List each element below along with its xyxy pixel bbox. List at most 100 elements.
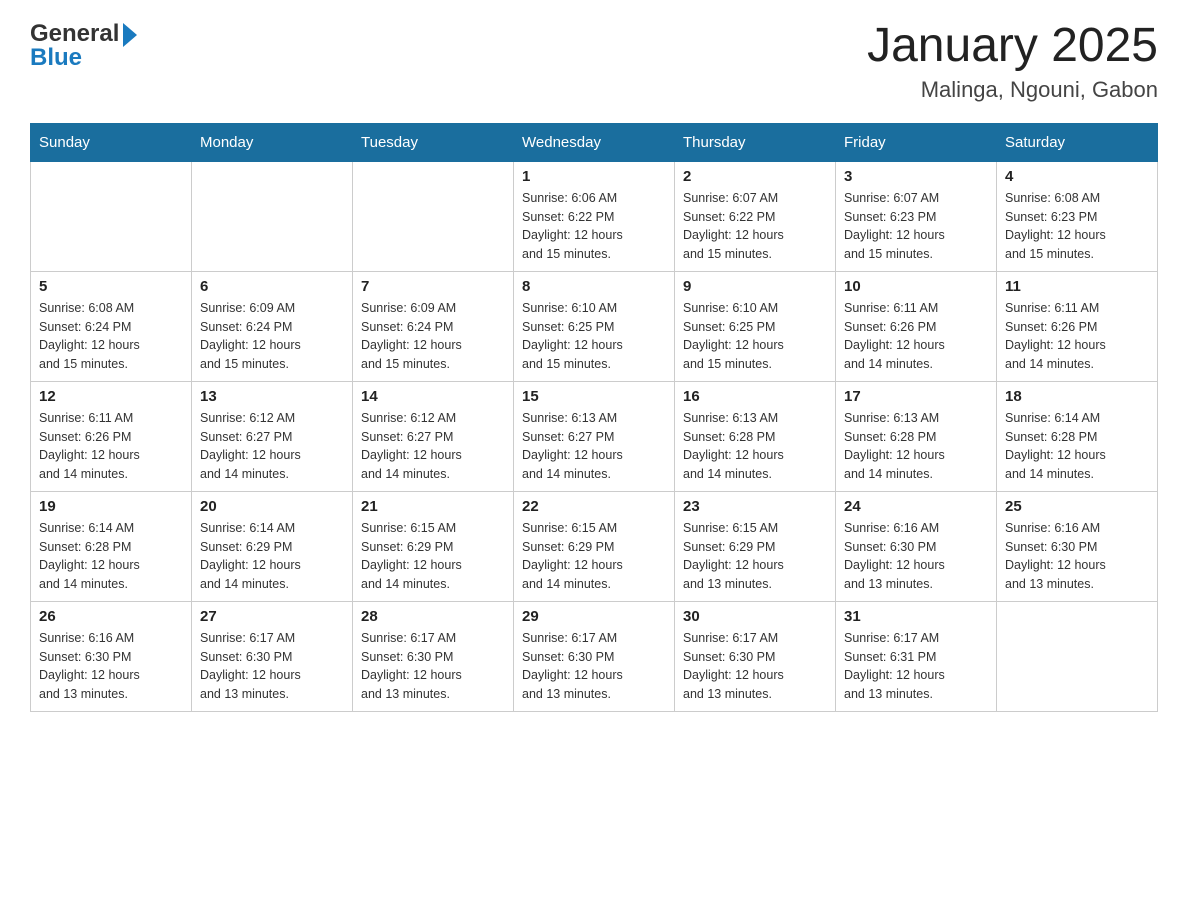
day-number: 16 (683, 388, 827, 405)
week-row-4: 19 Sunrise: 6:14 AMSunset: 6:28 PMDayligh… (31, 491, 1158, 601)
day-number: 20 (200, 498, 344, 515)
day-info: Sunrise: 6:15 AMSunset: 6:29 PMDaylight:… (361, 519, 505, 594)
day-cell: 22 Sunrise: 6:15 AMSunset: 6:29 PMDayligh… (514, 491, 675, 601)
day-info: Sunrise: 6:11 AMSunset: 6:26 PMDaylight:… (844, 299, 988, 374)
day-info: Sunrise: 6:14 AMSunset: 6:28 PMDaylight:… (1005, 409, 1149, 484)
day-number: 13 (200, 388, 344, 405)
day-info: Sunrise: 6:15 AMSunset: 6:29 PMDaylight:… (522, 519, 666, 594)
day-info: Sunrise: 6:17 AMSunset: 6:30 PMDaylight:… (522, 629, 666, 704)
day-number: 11 (1005, 278, 1149, 295)
day-cell: 16 Sunrise: 6:13 AMSunset: 6:28 PMDayligh… (675, 381, 836, 491)
day-info: Sunrise: 6:07 AMSunset: 6:23 PMDaylight:… (844, 189, 988, 264)
day-cell: 13 Sunrise: 6:12 AMSunset: 6:27 PMDayligh… (192, 381, 353, 491)
header-cell-monday: Monday (192, 123, 353, 161)
day-cell (353, 161, 514, 271)
day-number: 25 (1005, 498, 1149, 515)
day-info: Sunrise: 6:12 AMSunset: 6:27 PMDaylight:… (200, 409, 344, 484)
header-cell-saturday: Saturday (997, 123, 1158, 161)
day-cell (31, 161, 192, 271)
day-info: Sunrise: 6:17 AMSunset: 6:30 PMDaylight:… (361, 629, 505, 704)
day-cell: 9 Sunrise: 6:10 AMSunset: 6:25 PMDaylight… (675, 271, 836, 381)
day-info: Sunrise: 6:10 AMSunset: 6:25 PMDaylight:… (683, 299, 827, 374)
day-cell: 21 Sunrise: 6:15 AMSunset: 6:29 PMDayligh… (353, 491, 514, 601)
day-cell: 2 Sunrise: 6:07 AMSunset: 6:22 PMDaylight… (675, 161, 836, 271)
logo-blue-text: Blue (30, 44, 137, 72)
calendar-header: SundayMondayTuesdayWednesdayThursdayFrid… (31, 123, 1158, 161)
day-cell: 24 Sunrise: 6:16 AMSunset: 6:30 PMDayligh… (836, 491, 997, 601)
day-cell: 23 Sunrise: 6:15 AMSunset: 6:29 PMDayligh… (675, 491, 836, 601)
day-number: 2 (683, 168, 827, 185)
day-cell: 17Sunrise: 6:13 AMSunset: 6:28 PMDayligh… (836, 381, 997, 491)
day-info: Sunrise: 6:09 AMSunset: 6:24 PMDaylight:… (200, 299, 344, 374)
day-number: 8 (522, 278, 666, 295)
day-info: Sunrise: 6:16 AMSunset: 6:30 PMDaylight:… (39, 629, 183, 704)
day-cell: 20 Sunrise: 6:14 AMSunset: 6:29 PMDayligh… (192, 491, 353, 601)
day-cell: 15 Sunrise: 6:13 AMSunset: 6:27 PMDayligh… (514, 381, 675, 491)
day-info: Sunrise: 6:10 AMSunset: 6:25 PMDaylight:… (522, 299, 666, 374)
day-cell (997, 601, 1158, 711)
day-cell: 10 Sunrise: 6:11 AMSunset: 6:26 PMDayligh… (836, 271, 997, 381)
day-number: 21 (361, 498, 505, 515)
day-info: Sunrise: 6:12 AMSunset: 6:27 PMDaylight:… (361, 409, 505, 484)
day-cell: 18 Sunrise: 6:14 AMSunset: 6:28 PMDayligh… (997, 381, 1158, 491)
day-cell (192, 161, 353, 271)
day-info: Sunrise: 6:17 AMSunset: 6:31 PMDaylight:… (844, 629, 988, 704)
day-info: Sunrise: 6:06 AMSunset: 6:22 PMDaylight:… (522, 189, 666, 264)
day-number: 1 (522, 168, 666, 185)
day-number: 24 (844, 498, 988, 515)
day-cell: 12Sunrise: 6:11 AMSunset: 6:26 PMDayligh… (31, 381, 192, 491)
day-info: Sunrise: 6:13 AMSunset: 6:27 PMDaylight:… (522, 409, 666, 484)
day-info: Sunrise: 6:08 AMSunset: 6:23 PMDaylight:… (1005, 189, 1149, 264)
day-number: 5 (39, 278, 183, 295)
day-info: Sunrise: 6:14 AMSunset: 6:28 PMDaylight:… (39, 519, 183, 594)
day-info: Sunrise: 6:08 AMSunset: 6:24 PMDaylight:… (39, 299, 183, 374)
day-number: 9 (683, 278, 827, 295)
day-number: 17 (844, 388, 988, 405)
day-cell: 30Sunrise: 6:17 AMSunset: 6:30 PMDayligh… (675, 601, 836, 711)
day-cell: 25 Sunrise: 6:16 AMSunset: 6:30 PMDayligh… (997, 491, 1158, 601)
day-cell: 31Sunrise: 6:17 AMSunset: 6:31 PMDayligh… (836, 601, 997, 711)
day-number: 27 (200, 608, 344, 625)
day-number: 15 (522, 388, 666, 405)
day-number: 14 (361, 388, 505, 405)
day-info: Sunrise: 6:16 AMSunset: 6:30 PMDaylight:… (844, 519, 988, 594)
day-info: Sunrise: 6:15 AMSunset: 6:29 PMDaylight:… (683, 519, 827, 594)
day-cell: 11Sunrise: 6:11 AMSunset: 6:26 PMDayligh… (997, 271, 1158, 381)
calendar-body: 1 Sunrise: 6:06 AMSunset: 6:22 PMDaylight… (31, 161, 1158, 711)
day-number: 10 (844, 278, 988, 295)
day-cell: 5 Sunrise: 6:08 AMSunset: 6:24 PMDaylight… (31, 271, 192, 381)
day-info: Sunrise: 6:14 AMSunset: 6:29 PMDaylight:… (200, 519, 344, 594)
calendar-table: SundayMondayTuesdayWednesdayThursdayFrid… (30, 123, 1158, 712)
day-number: 26 (39, 608, 183, 625)
day-cell: 27Sunrise: 6:17 AMSunset: 6:30 PMDayligh… (192, 601, 353, 711)
day-number: 23 (683, 498, 827, 515)
header-cell-wednesday: Wednesday (514, 123, 675, 161)
page-header: General Blue January 2025 Malinga, Ngoun… (30, 20, 1158, 103)
day-cell: 26 Sunrise: 6:16 AMSunset: 6:30 PMDayligh… (31, 601, 192, 711)
day-cell: 8 Sunrise: 6:10 AMSunset: 6:25 PMDaylight… (514, 271, 675, 381)
header-cell-thursday: Thursday (675, 123, 836, 161)
week-row-5: 26 Sunrise: 6:16 AMSunset: 6:30 PMDayligh… (31, 601, 1158, 711)
title-area: January 2025 Malinga, Ngouni, Gabon (867, 20, 1158, 103)
day-number: 29 (522, 608, 666, 625)
day-number: 4 (1005, 168, 1149, 185)
day-number: 7 (361, 278, 505, 295)
day-cell: 14 Sunrise: 6:12 AMSunset: 6:27 PMDayligh… (353, 381, 514, 491)
day-info: Sunrise: 6:09 AMSunset: 6:24 PMDaylight:… (361, 299, 505, 374)
day-number: 6 (200, 278, 344, 295)
day-info: Sunrise: 6:13 AMSunset: 6:28 PMDaylight:… (683, 409, 827, 484)
day-number: 22 (522, 498, 666, 515)
day-number: 18 (1005, 388, 1149, 405)
day-info: Sunrise: 6:16 AMSunset: 6:30 PMDaylight:… (1005, 519, 1149, 594)
week-row-3: 12Sunrise: 6:11 AMSunset: 6:26 PMDayligh… (31, 381, 1158, 491)
day-info: Sunrise: 6:07 AMSunset: 6:22 PMDaylight:… (683, 189, 827, 264)
day-number: 3 (844, 168, 988, 185)
day-number: 30 (683, 608, 827, 625)
week-row-2: 5 Sunrise: 6:08 AMSunset: 6:24 PMDaylight… (31, 271, 1158, 381)
week-row-1: 1 Sunrise: 6:06 AMSunset: 6:22 PMDaylight… (31, 161, 1158, 271)
day-cell: 28Sunrise: 6:17 AMSunset: 6:30 PMDayligh… (353, 601, 514, 711)
day-number: 12 (39, 388, 183, 405)
day-number: 19 (39, 498, 183, 515)
calendar-title: January 2025 (867, 20, 1158, 73)
day-cell: 19 Sunrise: 6:14 AMSunset: 6:28 PMDayligh… (31, 491, 192, 601)
